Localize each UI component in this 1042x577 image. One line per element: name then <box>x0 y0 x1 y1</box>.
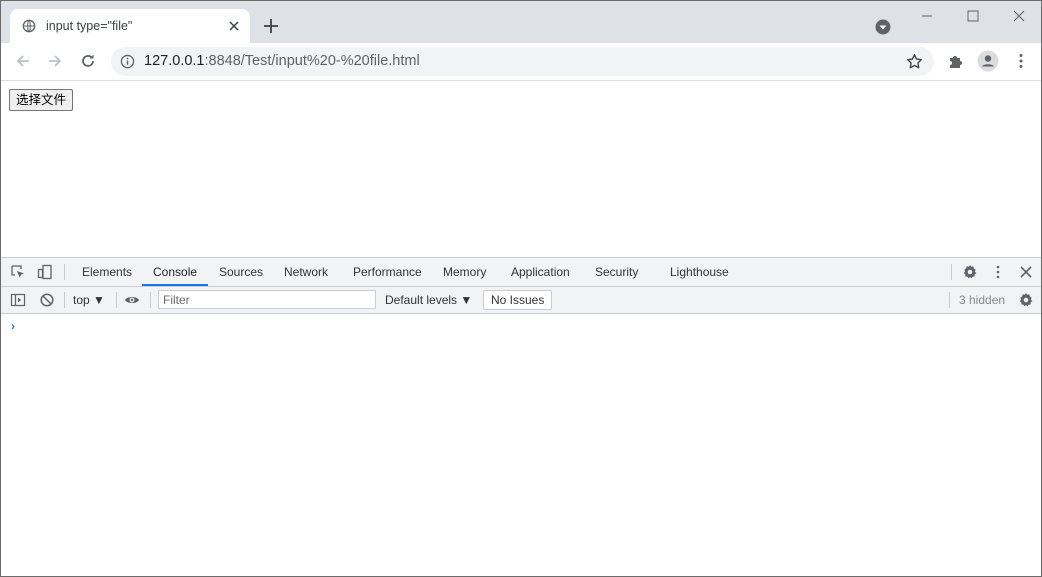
tab-security[interactable]: Security <box>595 265 638 279</box>
tab-strip: input type="file" <box>1 1 1041 43</box>
tab-performance[interactable]: Performance <box>353 265 422 279</box>
tab-search-icon[interactable] <box>875 19 891 35</box>
live-expression-eye-icon[interactable] <box>124 292 140 308</box>
context-selector[interactable]: top ▼ <box>73 293 105 307</box>
tab-application[interactable]: Application <box>511 265 570 279</box>
toolbar-divider <box>949 292 950 308</box>
close-window-icon[interactable] <box>1008 5 1030 27</box>
issues-button[interactable]: No Issues <box>483 290 553 310</box>
levels-value: Default levels <box>385 293 458 307</box>
browser-menu-icon[interactable] <box>1012 52 1030 70</box>
console-settings-gear-icon[interactable] <box>1018 292 1034 308</box>
extensions-puzzle-icon[interactable] <box>947 52 965 70</box>
profile-avatar-icon[interactable] <box>977 50 999 72</box>
close-tab-icon[interactable] <box>226 18 242 34</box>
tab-title: input type="file" <box>46 19 133 33</box>
address-bar[interactable]: 127.0.0.1:8848/Test/input%20-%20file.htm… <box>111 47 934 76</box>
site-info-icon[interactable] <box>120 54 135 69</box>
choose-file-button[interactable]: 选择文件 <box>9 89 74 111</box>
active-tab-indicator <box>142 284 208 286</box>
tab-memory[interactable]: Memory <box>443 265 486 279</box>
filter-input[interactable] <box>159 291 363 308</box>
toolbar-divider <box>951 264 952 280</box>
url-text: 127.0.0.1:8848/Test/input%20-%20file.htm… <box>144 53 420 69</box>
page-viewport: 选择文件 <box>1 81 1041 257</box>
clear-console-icon[interactable] <box>39 292 55 308</box>
tab-lighthouse[interactable]: Lighthouse <box>670 265 729 279</box>
log-levels-dropdown[interactable]: Default levels ▼ <box>385 293 472 307</box>
tab-console[interactable]: Console <box>153 265 197 279</box>
url-path: :8848/Test/input%20-%20file.html <box>204 53 420 69</box>
context-value: top <box>73 293 90 307</box>
toolbar-divider <box>116 292 117 308</box>
toolbar-divider <box>64 264 65 280</box>
settings-gear-icon[interactable] <box>962 264 978 280</box>
reload-icon[interactable] <box>79 52 97 70</box>
dropdown-triangle-icon: ▼ <box>460 293 473 307</box>
tab-sources[interactable]: Sources <box>219 265 263 279</box>
forward-icon[interactable] <box>46 52 64 70</box>
filter-field[interactable] <box>158 290 376 309</box>
browser-window: input type="file" 127.0.0.1:8848/Test/in… <box>0 0 1042 577</box>
toolbar-divider <box>150 292 151 308</box>
browser-toolbar: 127.0.0.1:8848/Test/input%20-%20file.htm… <box>1 43 1041 81</box>
console-prompt[interactable]: › <box>11 319 15 333</box>
hidden-messages-count: 3 hidden <box>959 293 1006 307</box>
new-tab-icon[interactable] <box>262 17 280 35</box>
url-host: 127.0.0.1 <box>144 53 205 69</box>
devtools-panel: Elements Console Sources Network Perform… <box>1 257 1041 576</box>
bookmark-star-icon[interactable] <box>906 53 923 70</box>
dropdown-triangle-icon: ▼ <box>93 293 105 307</box>
devtools-tab-bar: Elements Console Sources Network Perform… <box>1 258 1041 287</box>
globe-icon <box>22 19 36 33</box>
browser-tab[interactable]: input type="file" <box>10 9 250 43</box>
inspect-element-icon[interactable] <box>10 264 26 280</box>
toolbar-divider <box>64 292 65 308</box>
back-icon[interactable] <box>14 52 32 70</box>
maximize-icon[interactable] <box>962 5 984 27</box>
show-sidebar-icon[interactable] <box>10 292 26 308</box>
minimize-icon[interactable] <box>916 5 938 27</box>
device-toolbar-icon[interactable] <box>37 264 53 280</box>
console-toolbar: top ▼ Default levels ▼ No Issues 3 hidde… <box>1 287 1041 314</box>
tab-network[interactable]: Network <box>284 265 328 279</box>
more-options-icon[interactable] <box>990 264 1006 280</box>
close-devtools-icon[interactable] <box>1018 264 1034 280</box>
tab-elements[interactable]: Elements <box>82 265 132 279</box>
